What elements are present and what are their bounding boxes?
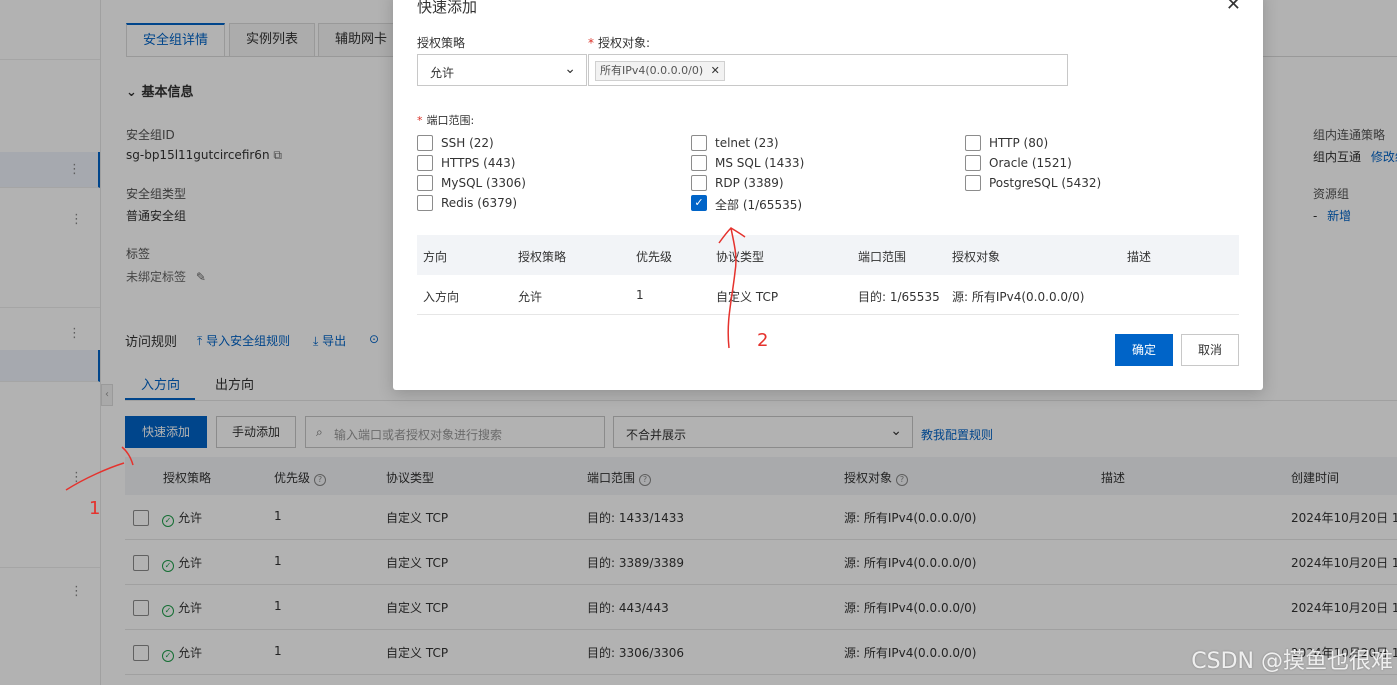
preview-policy: 允许 <box>518 290 543 304</box>
preview-col-policy: 授权策略 <box>518 250 567 264</box>
port-option-label: Oracle (1521) <box>989 156 1072 170</box>
target-input[interactable]: 所有IPv4(0.0.0.0/0) ✕ <box>588 54 1068 86</box>
preview-col-target: 授权对象 <box>952 250 1001 264</box>
watermark: CSDN @摸鱼也很难 <box>1191 649 1393 674</box>
port-option-label: PostgreSQL (5432) <box>989 176 1102 190</box>
port-option-label: telnet (23) <box>715 136 779 150</box>
checkbox-checked-icon[interactable]: ✓ <box>691 195 707 211</box>
preview-table-row: 入方向 允许 1 自定义 TCP 目的: 1/65535 源: 所有IPv4(0… <box>417 275 1239 315</box>
preview-table-header: 方向 授权策略 优先级 协议类型 端口范围 授权对象 描述 <box>417 235 1239 275</box>
preview-col-desc: 描述 <box>1127 250 1152 264</box>
preview-target: 源: 所有IPv4(0.0.0.0/0) <box>952 290 1085 304</box>
checkbox[interactable] <box>965 175 981 191</box>
port-option-label: HTTPS (443) <box>441 156 516 170</box>
port-option-label: MySQL (3306) <box>441 176 526 190</box>
port-option-label: SSH (22) <box>441 136 494 150</box>
preview-col-protocol: 协议类型 <box>716 250 765 264</box>
policy-select-value: 允许 <box>430 66 455 80</box>
annotation-label-2: 2 <box>757 330 769 351</box>
port-option-label: MS SQL (1433) <box>715 156 805 170</box>
preview-col-direction: 方向 <box>423 250 448 264</box>
cancel-button[interactable]: 取消 <box>1181 334 1239 366</box>
preview-priority: 1 <box>636 288 644 302</box>
port-range-label: * 端口范围: <box>417 114 475 127</box>
checkbox[interactable] <box>417 175 433 191</box>
target-tag: 所有IPv4(0.0.0.0/0) ✕ <box>595 61 725 81</box>
port-option-label: HTTP (80) <box>989 136 1049 150</box>
checkbox[interactable] <box>417 155 433 171</box>
port-option-label: Redis (6379) <box>441 196 518 210</box>
checkbox[interactable] <box>691 175 707 191</box>
target-label-text: 授权对象: <box>598 36 651 50</box>
quick-add-dialog: 快速添加 ✕ 授权策略 允许 ⌄ * 授权对象: 所有IPv4(0.0.0.0/0… <box>393 0 1263 390</box>
checkbox[interactable] <box>691 135 707 151</box>
preview-protocol: 自定义 TCP <box>716 290 779 304</box>
checkbox[interactable] <box>691 155 707 171</box>
preview-direction: 入方向 <box>423 290 460 304</box>
close-icon[interactable]: ✕ <box>711 64 720 77</box>
checkbox[interactable] <box>417 135 433 151</box>
confirm-button[interactable]: 确定 <box>1115 334 1173 366</box>
preview-col-priority: 优先级 <box>636 250 673 264</box>
checkbox[interactable] <box>965 155 981 171</box>
chevron-down-icon: ⌄ <box>564 61 576 77</box>
port-option-label: RDP (3389) <box>715 176 784 190</box>
close-icon[interactable]: ✕ <box>1226 0 1241 15</box>
port-option-label: 全部 (1/65535) <box>715 198 803 212</box>
policy-label: 授权策略 <box>417 36 466 50</box>
checkbox[interactable] <box>965 135 981 151</box>
dialog-title: 快速添加 <box>417 0 478 16</box>
target-tag-text: 所有IPv4(0.0.0.0/0) <box>600 64 704 77</box>
preview-port: 目的: 1/65535 <box>858 290 940 304</box>
preview-col-port: 端口范围 <box>858 250 907 264</box>
annotation-label-1: 1 <box>89 498 101 519</box>
policy-select[interactable]: 允许 ⌄ <box>417 54 587 86</box>
target-label: * 授权对象: <box>588 36 651 50</box>
checkbox[interactable] <box>417 195 433 211</box>
port-range-label-text: 端口范围: <box>426 114 475 127</box>
